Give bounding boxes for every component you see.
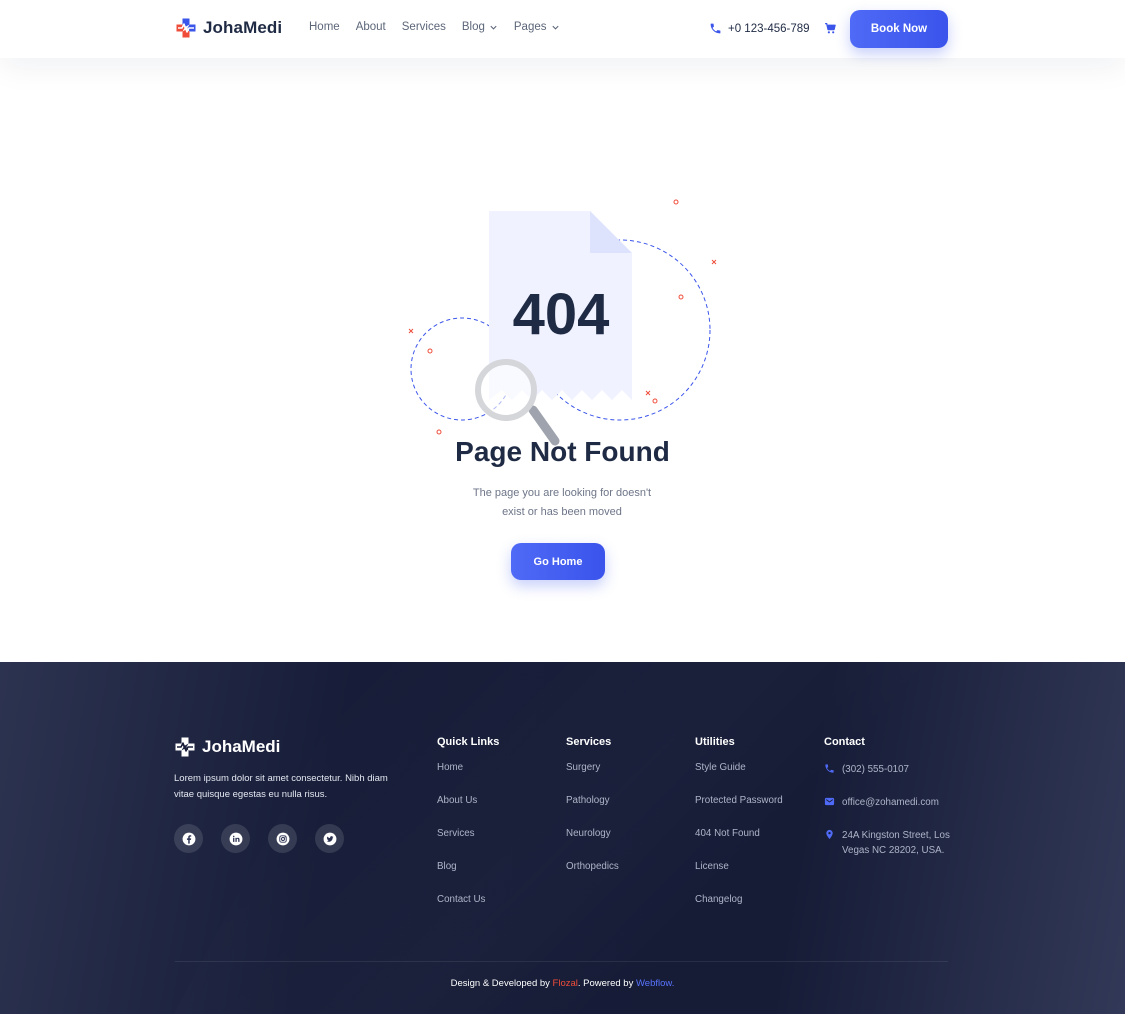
instagram-icon <box>276 832 289 845</box>
phone-icon <box>710 23 721 34</box>
nav-blog-dropdown[interactable]: Blog <box>462 21 498 33</box>
footer-link-404[interactable]: 404 Not Found <box>695 828 783 861</box>
footer-link-orthopedics[interactable]: Orthopedics <box>566 861 619 894</box>
linkedin-link[interactable] <box>221 824 250 853</box>
copyright-middle: . Powered by <box>577 978 636 989</box>
site-header: JohaMedi Home About Services Blog Pages … <box>0 0 1125 58</box>
footer-link-neurology[interactable]: Neurology <box>566 828 619 861</box>
footer-services: Services Surgery Pathology Neurology Ort… <box>566 736 619 894</box>
footer-link-home[interactable]: Home <box>437 762 499 795</box>
header-phone-number: +0 123-456-789 <box>728 22 810 35</box>
contact-heading: Contact <box>824 736 865 748</box>
logo-icon <box>176 18 196 38</box>
main-nav: Home About Services Blog Pages <box>309 21 576 33</box>
footer-link-changelog[interactable]: Changelog <box>695 894 783 927</box>
logo[interactable]: JohaMedi <box>175 17 282 39</box>
brand-name: JohaMedi <box>203 18 283 37</box>
footer-link-style-guide[interactable]: Style Guide <box>695 762 783 795</box>
nav-home[interactable]: Home <box>309 21 340 33</box>
location-pin-icon <box>826 829 833 840</box>
nav-home-label: Home <box>309 21 340 33</box>
footer-link-blog[interactable]: Blog <box>437 861 499 894</box>
contact-address-text: 24A Kingston Street, Los Vegas NC 28202,… <box>842 830 950 856</box>
nav-blog-label: Blog <box>461 21 485 33</box>
cart-button[interactable] <box>824 22 837 40</box>
footer-utilities: Utilities Style Guide Protected Password… <box>695 736 783 927</box>
linkedin-icon <box>229 832 242 845</box>
nav-about[interactable]: About <box>356 21 386 33</box>
header-phone[interactable]: +0 123-456-789 <box>709 22 810 35</box>
footer-divider <box>175 961 948 962</box>
nav-services-label: Services <box>401 21 446 33</box>
site-footer: JohaMedi Lorem ipsum dolor sit amet cons… <box>0 662 1125 1014</box>
book-now-button[interactable]: Book Now <box>850 10 948 48</box>
go-home-button[interactable]: Go Home <box>511 543 605 580</box>
footer-link-contact-us[interactable]: Contact Us <box>437 894 499 927</box>
footer-link-license[interactable]: License <box>695 861 783 894</box>
author-link[interactable]: Flozal <box>553 978 578 989</box>
footer-logo[interactable]: JohaMedi <box>174 736 280 758</box>
services-heading: Services <box>566 736 612 748</box>
nav-pages-label: Pages <box>513 21 547 33</box>
footer-link-protected-password[interactable]: Protected Password <box>695 795 783 828</box>
contact-email[interactable]: office@zohamedi.com <box>824 795 959 810</box>
contact-email-text: office@zohamedi.com <box>842 797 939 808</box>
instagram-link[interactable] <box>268 824 297 853</box>
copyright: Design & Developed by Flozal. Powered by… <box>0 978 1125 989</box>
twitter-icon <box>323 832 336 845</box>
chevron-down-icon <box>490 25 497 30</box>
cart-icon <box>825 22 836 34</box>
mail-icon <box>824 797 835 806</box>
utilities-heading: Utilities <box>695 736 735 748</box>
404-illustration: 404 <box>408 199 717 446</box>
nav-services[interactable]: Services <box>402 21 446 33</box>
footer-link-services[interactable]: Services <box>437 828 499 861</box>
error-description: The page you are looking for doesn't exi… <box>472 487 652 518</box>
footer-link-about-us[interactable]: About Us <box>437 795 499 828</box>
logo-icon <box>175 737 195 757</box>
facebook-link[interactable] <box>174 824 203 853</box>
copyright-prefix: Design & Developed by <box>450 978 553 989</box>
contact-address: 24A Kingston Street, Los Vegas NC 28202,… <box>824 828 959 858</box>
page-title: Page Not Found <box>455 436 670 467</box>
twitter-link[interactable] <box>315 824 344 853</box>
contact-phone[interactable]: (302) 555-0107 <box>824 762 959 777</box>
nav-about-label: About <box>355 21 386 33</box>
contact-phone-text: (302) 555-0107 <box>842 764 909 775</box>
footer-about-text: Lorem ipsum dolor sit amet consectetur. … <box>174 773 388 800</box>
quick-links-heading: Quick Links <box>437 736 500 748</box>
footer-contact: Contact (302) 555-0107 office@zohamedi.c… <box>824 736 959 876</box>
nav-pages-dropdown[interactable]: Pages <box>514 21 560 33</box>
facebook-icon <box>182 832 195 845</box>
not-found-section: 404 Page Not Found The page you are look… <box>0 58 1125 662</box>
footer-link-surgery[interactable]: Surgery <box>566 762 619 795</box>
footer-quick-links: Quick Links Home About Us Services Blog … <box>437 736 499 927</box>
footer-brand-name: JohaMedi <box>202 737 281 756</box>
chevron-down-icon <box>551 25 559 30</box>
error-code: 404 <box>513 282 610 347</box>
footer-link-pathology[interactable]: Pathology <box>566 795 619 828</box>
phone-icon <box>825 764 834 773</box>
webflow-link[interactable]: Webflow. <box>636 978 674 989</box>
social-links <box>174 824 344 853</box>
